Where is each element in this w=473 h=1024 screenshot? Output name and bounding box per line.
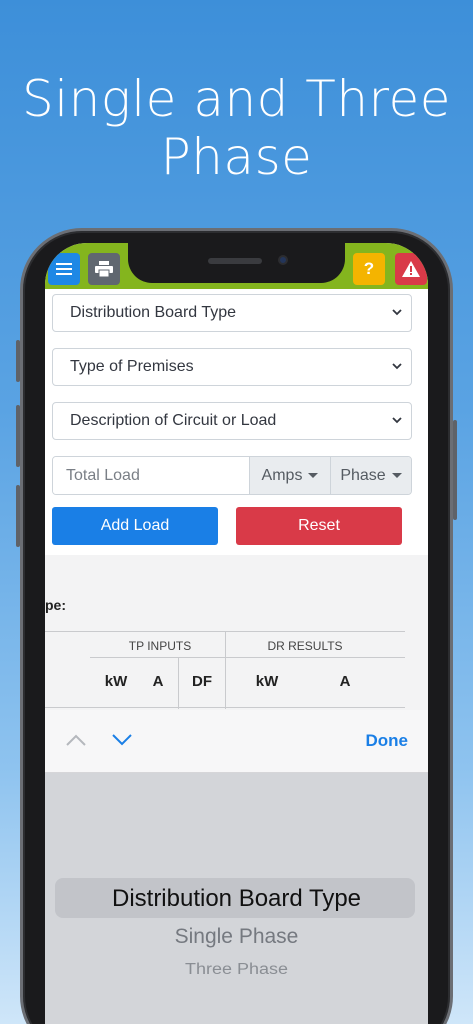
tp-df-column: DF — [192, 673, 212, 690]
phone-side-button — [453, 420, 457, 520]
reset-button[interactable]: Reset — [236, 507, 402, 545]
promo-headline: Single and Three Phase — [0, 70, 473, 186]
dr-amps-column: A — [339, 673, 351, 690]
distribution-board-select[interactable]: Distribution Board Type — [52, 294, 412, 332]
print-button[interactable] — [88, 253, 120, 285]
amps-label: Amps — [261, 466, 303, 484]
amps-dropdown[interactable]: Amps — [249, 457, 330, 494]
picker-toolbar: Done — [45, 710, 428, 773]
load-form: Distribution Board Type Type of Premises… — [45, 289, 428, 555]
phone-notch — [128, 243, 345, 283]
headline-line-1: Single and Three — [21, 70, 452, 128]
table-divider — [178, 657, 179, 709]
results-table: pe: TP INPUTS DR RESULTS kW A DF kW A — [45, 555, 428, 710]
tp-kw-column: kW — [104, 673, 128, 690]
select-value: Distribution Board Type — [70, 304, 237, 321]
circuit-description-select[interactable]: Description of Circuit or Load — [52, 402, 412, 440]
picker-option[interactable]: Three Phase — [45, 961, 428, 979]
phase-dropdown[interactable]: Phase — [330, 457, 411, 494]
chevron-down-icon — [392, 363, 402, 370]
total-load-input[interactable] — [53, 457, 249, 494]
phone-side-button — [16, 405, 20, 467]
caret-down-icon — [308, 473, 319, 478]
printer-icon — [95, 261, 113, 277]
select-value: Description of Circuit or Load — [70, 412, 277, 429]
menu-button[interactable] — [48, 253, 80, 285]
dr-results-header: DR RESULTS — [267, 639, 343, 653]
tp-inputs-header: TP INPUTS — [128, 639, 192, 653]
help-button[interactable]: ? — [353, 253, 385, 285]
phone-side-button — [16, 340, 20, 382]
phone-speaker — [208, 258, 262, 264]
app-top-bar: ? — [45, 243, 428, 289]
picker-option[interactable]: Distribution Board Type — [45, 885, 428, 913]
dr-kw-column: kW — [255, 673, 279, 690]
phone-camera — [278, 255, 288, 265]
headline-line-2: Phase — [160, 128, 313, 186]
chevron-down-icon — [392, 309, 402, 316]
chevron-up-icon[interactable] — [65, 733, 87, 747]
phone-screen: ? Distribution Board Type Type of Premis… — [45, 243, 428, 1024]
picker-option[interactable]: Single Phase — [45, 925, 428, 949]
chevron-down-icon — [392, 417, 402, 424]
tp-amps-column: A — [152, 673, 164, 690]
select-value: Type of Premises — [70, 358, 194, 375]
table-divider — [45, 707, 405, 708]
phone-side-button — [16, 485, 20, 547]
table-divider — [90, 657, 405, 658]
done-button[interactable]: Done — [366, 731, 409, 751]
results-type-label: pe: — [45, 597, 66, 613]
option-picker-wheel[interactable]: Distribution Board Type Single Phase Thr… — [45, 773, 428, 1024]
add-load-button[interactable]: Add Load — [52, 507, 218, 545]
caret-down-icon — [391, 473, 402, 478]
total-load-group: Amps Phase — [52, 456, 412, 495]
chevron-down-icon[interactable] — [111, 733, 133, 747]
warning-button[interactable] — [395, 253, 427, 285]
hamburger-menu-icon — [56, 263, 72, 275]
premises-type-select[interactable]: Type of Premises — [52, 348, 412, 386]
phase-label: Phase — [340, 466, 386, 484]
warning-triangle-icon — [402, 261, 420, 277]
